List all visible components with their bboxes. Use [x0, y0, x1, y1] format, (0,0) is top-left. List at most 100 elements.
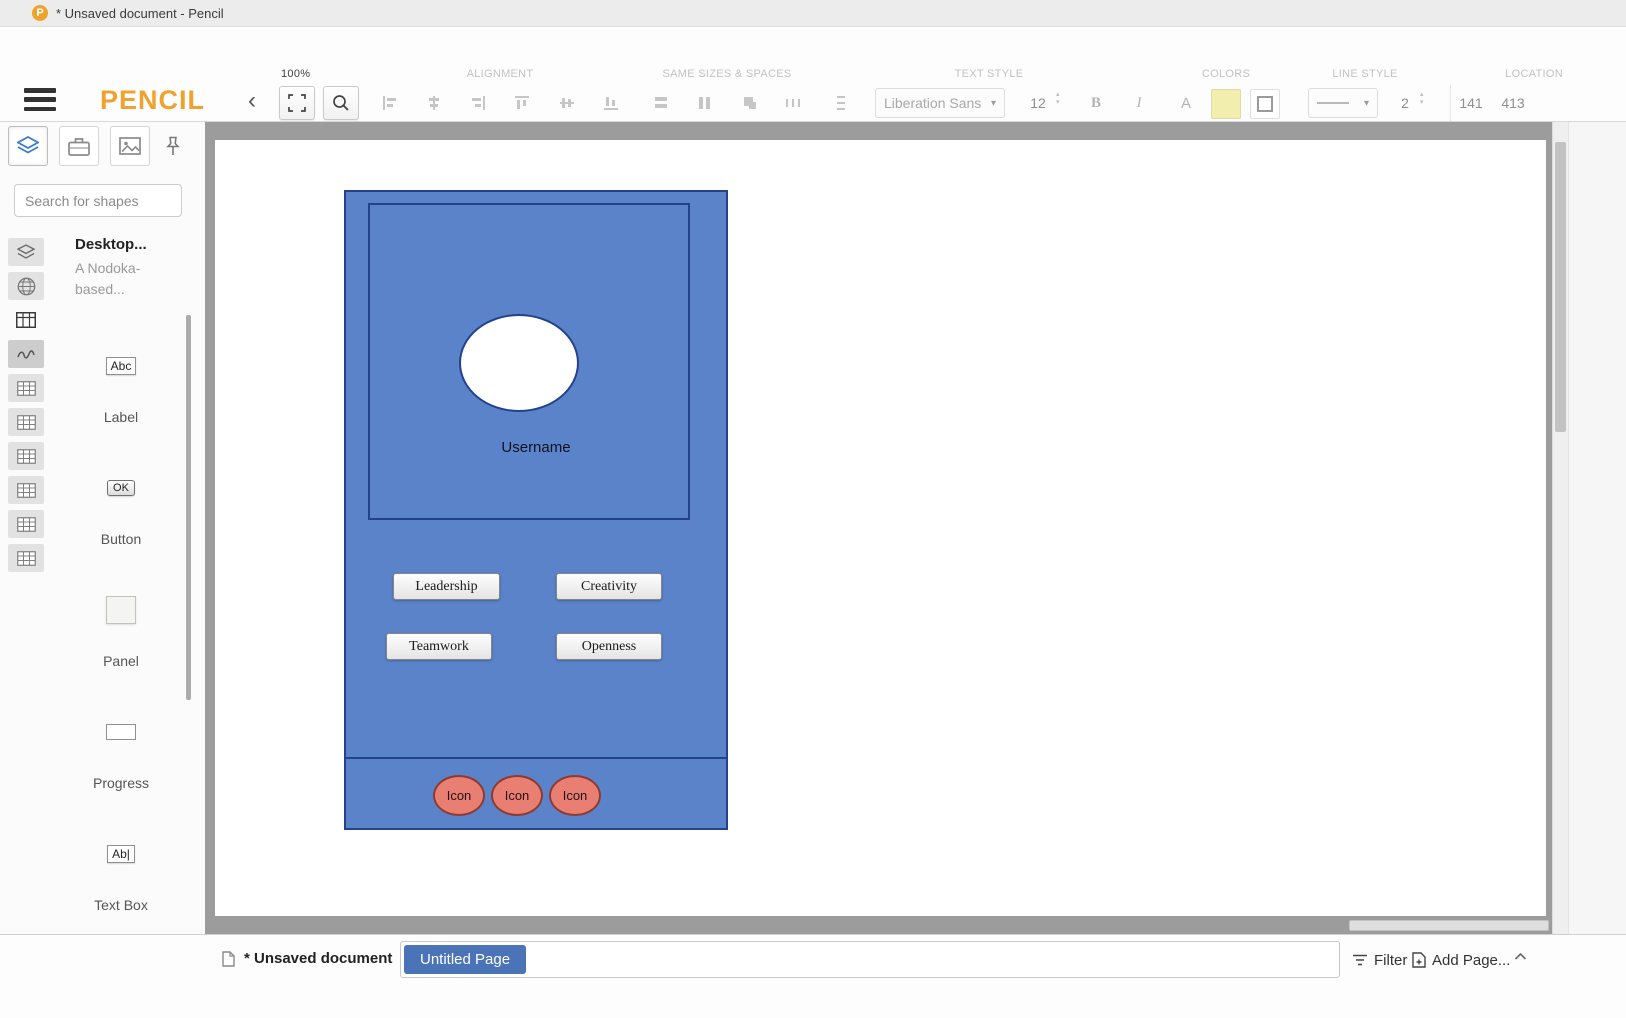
shape-item-textbox[interactable]: Ab| Text Box [56, 833, 186, 934]
footer-icon-ellipse[interactable]: Icon [491, 775, 543, 816]
chevron-down-icon: ▾ [1363, 97, 1369, 109]
pencil-logo: PENCIL [100, 85, 206, 115]
shape-item-progress[interactable]: Progress [56, 711, 186, 833]
label-shape-preview: Abc [105, 357, 137, 375]
align-center-button[interactable] [416, 86, 452, 120]
spinner-down-icon: ▾ [1056, 99, 1060, 106]
distribute-horizontal-button[interactable] [775, 86, 811, 120]
vertical-scrollbar[interactable] [1552, 122, 1568, 934]
spinner-up-icon: ▴ [1420, 91, 1424, 98]
line-style-dropdown[interactable]: ▾ [1308, 88, 1378, 118]
horizontal-scrollbar-thumb[interactable] [1349, 920, 1549, 931]
align-right-icon [472, 96, 485, 110]
grid-icon [16, 550, 36, 566]
italic-button[interactable]: I [1121, 86, 1157, 120]
text-color-button[interactable]: A [1168, 86, 1204, 120]
toolbar-separator [1450, 85, 1451, 121]
collection-sketch-icon[interactable] [8, 340, 44, 368]
align-middle-button[interactable] [549, 86, 585, 120]
filter-label: Filter [1374, 951, 1408, 969]
add-page-icon [1412, 952, 1426, 968]
pages-strip: Untitled Page [400, 941, 1340, 978]
mockup-frame[interactable]: Username Leadership Creativity Teamwork … [344, 190, 728, 830]
trait-button-leadership[interactable]: Leadership [393, 573, 500, 600]
fill-color-swatch[interactable] [1211, 89, 1241, 119]
shape-item-panel[interactable]: Panel [56, 589, 186, 711]
document-icon [222, 951, 235, 967]
stroke-color-swatch[interactable] [1250, 89, 1280, 119]
username-label[interactable]: Username [346, 439, 726, 456]
distribute-vertical-button[interactable] [823, 86, 859, 120]
font-family-dropdown[interactable]: Liberation Sans ▾ [875, 88, 1005, 118]
statusbar: * Unsaved document Untitled Page Filter … [0, 934, 1626, 1018]
grid-icon [16, 516, 36, 532]
distribute-vertical-icon [837, 96, 845, 110]
vertical-scrollbar-thumb[interactable] [1555, 142, 1566, 432]
footer-icon-ellipse[interactable]: Icon [433, 775, 485, 816]
collection-web-icon[interactable] [8, 272, 44, 300]
line-width-spinner[interactable]: ▴ ▾ [1420, 91, 1424, 106]
grid-icon [16, 482, 36, 498]
collection-grid-5-icon[interactable] [8, 510, 44, 538]
collection-grid-1-icon[interactable] [8, 374, 44, 402]
align-right-button[interactable] [460, 86, 496, 120]
same-size-button[interactable] [732, 86, 768, 120]
location-group-label: LOCATION [1505, 68, 1563, 80]
trait-button-creativity[interactable]: Creativity [556, 573, 662, 600]
zoom-level: 100% [281, 68, 311, 80]
same-height-button[interactable] [687, 86, 723, 120]
collection-grid-6-icon[interactable] [8, 544, 44, 572]
bold-button[interactable]: B [1078, 86, 1114, 120]
collection-layers-icon[interactable] [8, 238, 44, 266]
tab-cliparts[interactable] [110, 126, 150, 166]
font-size-spinner[interactable]: ▴ ▾ [1056, 91, 1060, 106]
tab-shape-collections[interactable] [8, 126, 48, 166]
colors-group-label: COLORS [1201, 68, 1251, 80]
same-width-button[interactable] [643, 86, 679, 120]
collection-header: Desktop... A Nodoka-based... [75, 236, 187, 300]
collection-table-icon[interactable] [8, 306, 44, 334]
collection-grid-3-icon[interactable] [8, 442, 44, 470]
titlebar: P * Unsaved document - Pencil [0, 0, 1626, 27]
collection-grid-4-icon[interactable] [8, 476, 44, 504]
image-icon [119, 137, 141, 155]
align-left-button[interactable] [372, 86, 408, 120]
menu-icon[interactable] [24, 87, 56, 112]
shape-item-name: Button [100, 531, 142, 547]
briefcase-icon [68, 137, 90, 156]
zoom-button[interactable] [323, 86, 359, 120]
footer-divider-line[interactable] [344, 757, 728, 759]
filter-button[interactable]: Filter [1352, 947, 1407, 973]
canvas-page[interactable]: Username Leadership Creativity Teamwork … [215, 140, 1546, 916]
align-left-icon [383, 96, 396, 110]
align-middle-icon [560, 98, 574, 108]
avatar-ellipse-shape[interactable] [459, 314, 579, 412]
align-bottom-button[interactable] [593, 86, 629, 120]
page-tab-untitled[interactable]: Untitled Page [404, 945, 527, 974]
font-size-field[interactable]: 12 [1022, 88, 1054, 118]
pin-sidebar-button[interactable] [161, 126, 185, 166]
align-top-button[interactable] [504, 86, 540, 120]
panel-shape-preview [106, 596, 136, 624]
shape-item-label[interactable]: Abc Label [56, 345, 186, 467]
tab-my-collections[interactable] [59, 126, 99, 166]
spinner-up-icon: ▴ [1056, 91, 1060, 98]
canvas-viewport: Username Leadership Creativity Teamwork … [205, 122, 1552, 934]
footer-icon-ellipse[interactable]: Icon [549, 775, 601, 816]
collapse-toolbar-icon[interactable]: ‹ [248, 89, 256, 113]
search-shapes-input[interactable] [14, 184, 182, 217]
collapse-pages-button[interactable] [1514, 949, 1527, 964]
spinner-down-icon: ▾ [1420, 99, 1424, 106]
zoom-fit-button[interactable] [279, 86, 315, 120]
location-y-value: 413 [1501, 95, 1525, 111]
app-logo-icon: P [32, 5, 48, 21]
line-width-field[interactable]: 2 [1392, 88, 1418, 118]
shape-item-button[interactable]: OK Button [56, 467, 186, 589]
add-page-button[interactable]: Add Page... [1412, 947, 1510, 973]
distribute-horizontal-icon [786, 99, 800, 107]
sidebar-scrollbar-thumb[interactable] [186, 315, 191, 700]
trait-button-teamwork[interactable]: Teamwork [386, 633, 492, 660]
shape-list: Abc Label OK Button Panel Progress Ab| T… [56, 345, 186, 934]
collection-grid-2-icon[interactable] [8, 408, 44, 436]
trait-button-openness[interactable]: Openness [556, 633, 662, 660]
